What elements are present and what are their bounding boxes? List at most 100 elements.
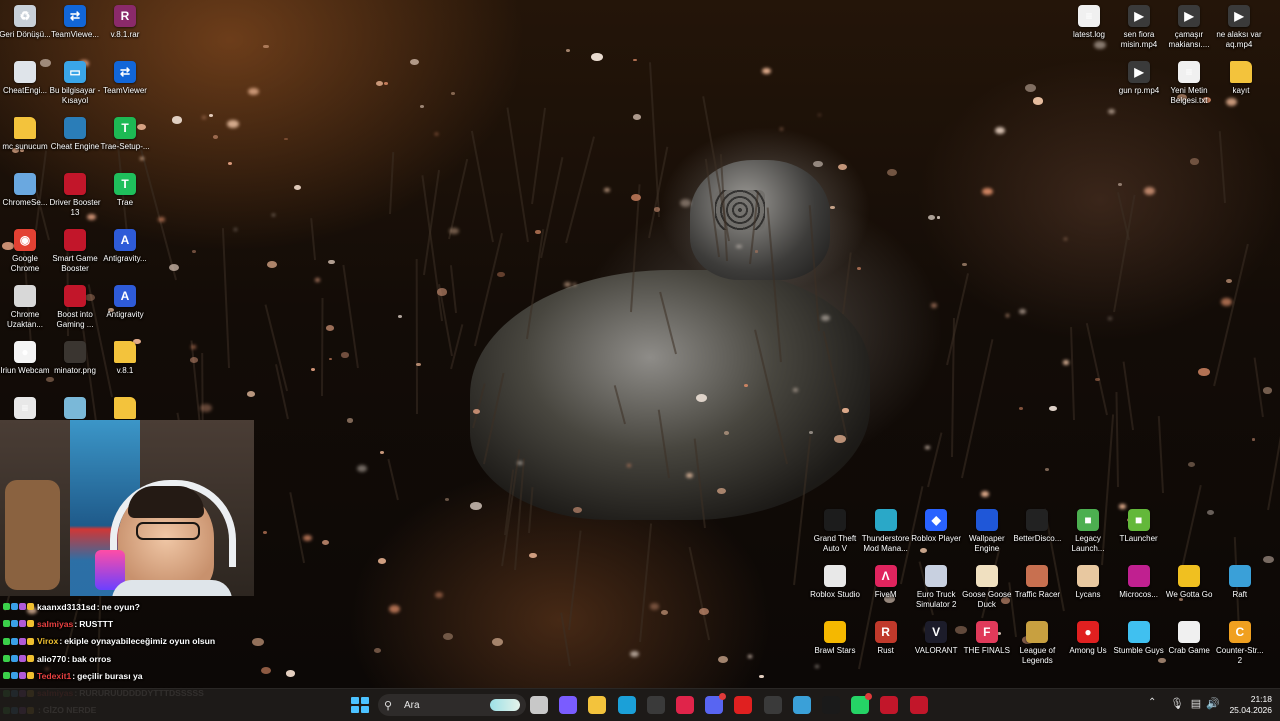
desktop-icon[interactable]: BetterDisco... xyxy=(1010,509,1064,544)
start-button[interactable] xyxy=(351,697,369,713)
wallpaper-flower xyxy=(435,132,439,135)
desktop-icon[interactable]: Driver Booster 13 xyxy=(48,173,102,218)
desktop-icon-label: v.8.1 xyxy=(116,366,134,375)
desktop-icon[interactable]: ◆ Roblox Player xyxy=(909,509,963,544)
desktop-icon[interactable]: ● Iriun Webcam xyxy=(0,341,52,376)
desktop-icon[interactable]: League of Legends xyxy=(1010,621,1064,666)
desktop-icon[interactable]: v.8.1 xyxy=(98,341,152,376)
desktop-icon-label: Brawl Stars xyxy=(814,646,856,655)
desktop-icon[interactable]: ▭ Bu bilgisayar - Kısayol xyxy=(48,61,102,106)
desktop-icon[interactable]: Raft xyxy=(1213,565,1267,600)
desktop-icon[interactable]: mc sunucum xyxy=(0,117,52,152)
wallpaper-flower xyxy=(1049,406,1057,412)
search-placeholder: Ara xyxy=(404,699,420,711)
desktop-icon[interactable]: Thunderstore Mod Mana... xyxy=(859,509,913,554)
desktop-icon[interactable]: Wallpaper Engine xyxy=(960,509,1014,554)
steam-icon[interactable] xyxy=(763,696,782,714)
wallpaper-flower xyxy=(856,267,862,271)
taskbar-clock[interactable]: 21:18 25.04.2026 xyxy=(1222,694,1272,716)
desktop-icon[interactable]: Traffic Racer xyxy=(1010,565,1064,600)
desktop-icon[interactable]: A Antigravity xyxy=(98,285,152,320)
desktop-icon[interactable]: minator.png xyxy=(48,341,102,376)
taskbar-search[interactable]: ⚲ Ara xyxy=(378,694,526,716)
desktop-icon-label: kayıt xyxy=(1232,86,1250,95)
desktop-icon[interactable]: ≡ Yeni Metin Belgesi.txt xyxy=(1162,61,1216,106)
wallpaper-grass xyxy=(530,107,546,205)
voicemod-icon[interactable] xyxy=(734,696,753,714)
desktop-icon[interactable]: ▶ sen fiora misin.mp4 xyxy=(1112,5,1166,50)
desktop-icon[interactable]: ▶ ne alaksı var aq.mp4 xyxy=(1212,5,1266,50)
desktop-icon[interactable]: Chrome Uzaktan... xyxy=(0,285,52,330)
desktop-icon[interactable]: Stumble Guys xyxy=(1112,621,1166,656)
ms-store-icon[interactable] xyxy=(646,696,665,714)
volume-icon[interactable]: 🔊 xyxy=(1206,697,1220,711)
desktop-icon[interactable]: R Rust xyxy=(859,621,913,656)
desktop-icon[interactable]: Brawl Stars xyxy=(808,621,862,656)
desktop-icon[interactable]: ♻ Geri Dönüşü... xyxy=(0,5,52,40)
desktop-icon-label: çamaşır makiansı.... xyxy=(1168,30,1210,49)
desktop-icon[interactable]: C Counter-Str... 2 xyxy=(1213,621,1267,666)
desktop-icon[interactable]: ▶ çamaşır makiansı.... xyxy=(1162,5,1216,50)
network-icon[interactable]: ▤ xyxy=(1190,697,1202,711)
copilot-icon[interactable] xyxy=(559,696,578,714)
desktop-icon[interactable]: Goose Goose Duck xyxy=(960,565,1014,610)
desktop-icon[interactable]: A Antigravity... xyxy=(98,229,152,264)
wallpaper-flower xyxy=(328,259,335,265)
cheat-engine-icon xyxy=(64,117,86,139)
desktop-icon[interactable]: ◉ Google Chrome xyxy=(0,229,52,274)
desktop-icon[interactable]: Roblox Studio xyxy=(808,565,862,600)
chat-message: Tedexit1: geçilir burası ya xyxy=(0,667,260,684)
desktop-icon[interactable]: Microcos... xyxy=(1112,565,1166,600)
wallpaper-flower xyxy=(930,303,938,309)
crab-game-icon xyxy=(1178,621,1201,643)
desktop-icon[interactable]: V VALORANT xyxy=(909,621,963,656)
game-booster-icon[interactable] xyxy=(880,696,899,714)
desktop-icon[interactable]: ChromeSe... xyxy=(0,173,52,208)
desktop-icon[interactable]: ≡ latest.log xyxy=(1062,5,1116,40)
file-explorer-icon[interactable] xyxy=(588,696,607,714)
desktop-icon-label: Rust xyxy=(877,646,894,655)
desktop-icon[interactable]: T Trae xyxy=(98,173,152,208)
desktop-icon[interactable]: We Gotta Go xyxy=(1162,565,1216,600)
desktop-icon[interactable]: ■ Legacy Launch... xyxy=(1061,509,1115,554)
microphone-icon[interactable]: 🎙 xyxy=(1170,697,1184,711)
tray-overflow-chevron-icon[interactable]: ⌃ xyxy=(1148,697,1156,708)
desktop-icon[interactable]: Crab Game xyxy=(1162,621,1216,656)
edge-icon[interactable] xyxy=(617,696,636,714)
task-view-icon[interactable] xyxy=(530,696,548,714)
desktop-icon[interactable]: ■ TLauncher xyxy=(1112,509,1166,544)
desktop-icon[interactable]: Cheat Engine xyxy=(48,117,102,152)
whatsapp-icon[interactable] xyxy=(851,693,873,714)
desktop-icon[interactable]: Lycans xyxy=(1061,565,1115,600)
desktop-icon[interactable]: Λ FiveM xyxy=(859,565,913,600)
opera-gx-icon[interactable] xyxy=(676,696,694,714)
wallpaper-grass xyxy=(320,298,324,397)
wallpaper-flower xyxy=(409,58,420,66)
desktop-icon[interactable]: ⇄ TeamViewe... xyxy=(48,5,102,40)
desktop-icon[interactable]: Euro Truck Simulator 2 xyxy=(909,565,963,610)
desktop-icon[interactable]: Smart Game Booster xyxy=(48,229,102,274)
image-file-icon xyxy=(64,341,86,363)
wallpaper-flower xyxy=(679,198,692,207)
desktop-icon-label: Antigravity xyxy=(106,310,144,319)
desktop-icon[interactable]: F THE FINALS xyxy=(960,621,1014,656)
desktop-icon[interactable]: Grand Theft Auto V xyxy=(808,509,862,554)
desktop-icon[interactable]: Rv.8.1.rar xyxy=(98,5,152,40)
wallpaper-flower xyxy=(1197,367,1210,377)
installer-icon[interactable] xyxy=(792,696,811,714)
desktop-icon[interactable]: ⇄ TeamViewer xyxy=(98,61,152,96)
desktop-icon[interactable]: ● Among Us xyxy=(1061,621,1115,656)
desktop-icon[interactable] xyxy=(98,397,152,422)
desktop-icon[interactable]: ▶ gun rp.mp4 xyxy=(1112,61,1166,96)
desktop-icon[interactable]: kayıt xyxy=(1214,61,1268,96)
desktop-icon[interactable]: T Trae-Setup-... xyxy=(98,117,152,152)
desktop-icon[interactable]: Boost into Gaming ... xyxy=(48,285,102,330)
smart-booster-icon[interactable] xyxy=(909,696,928,714)
text-file-icon: ≡ xyxy=(1078,5,1100,27)
desktop-icon[interactable]: CheatEngi... xyxy=(0,61,52,96)
wallpaper-flower xyxy=(191,249,197,253)
desktop-icon-label: THE FINALS xyxy=(963,646,1010,655)
desktop-icon-label: Cheat Engine xyxy=(50,142,100,151)
discord-icon[interactable] xyxy=(705,693,727,714)
capcut-icon[interactable] xyxy=(822,696,840,714)
